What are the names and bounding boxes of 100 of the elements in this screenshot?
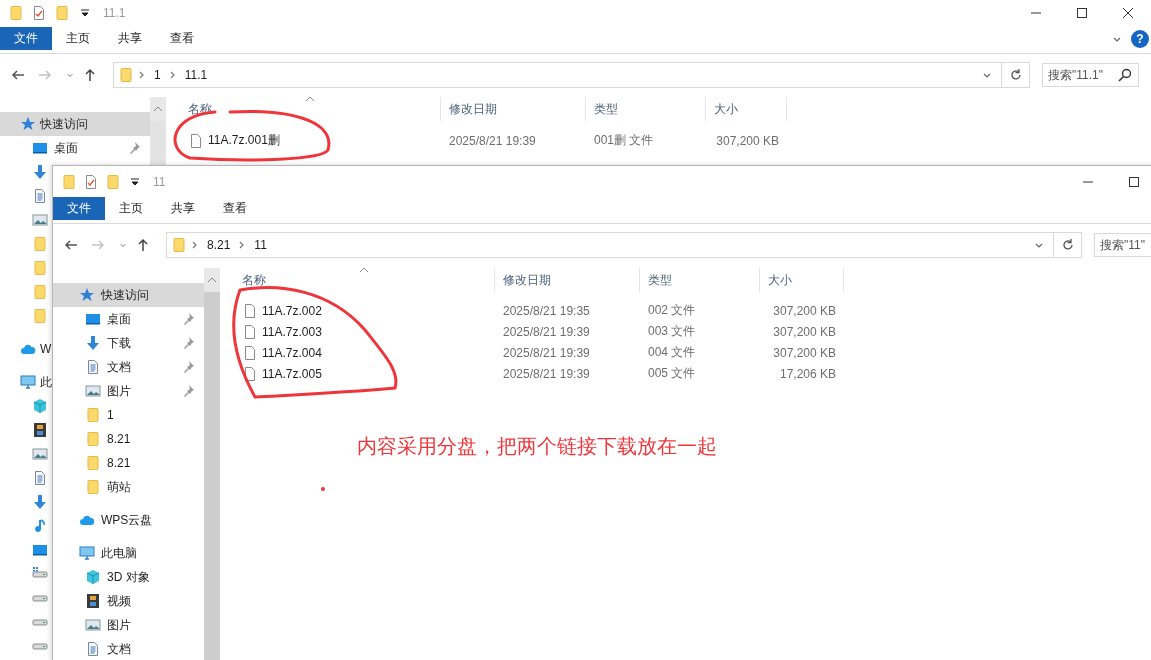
modified-date: 2025/8/21 19:39: [502, 366, 591, 381]
column-header[interactable]: 修改日期: [449, 100, 497, 118]
sidebar-item[interactable]: 快速访问: [53, 283, 204, 307]
folder-icon[interactable]: [54, 4, 70, 21]
address-bar[interactable]: 8.21 11: [166, 232, 1054, 258]
annotation-dot: [321, 487, 325, 491]
column-header[interactable]: 类型: [594, 100, 618, 118]
document-icon: [32, 470, 48, 486]
breadcrumb[interactable]: 1: [150, 68, 165, 82]
folder-icon: [32, 236, 48, 252]
file-name[interactable]: 11A.7z.002: [262, 303, 322, 318]
image-icon: [32, 212, 48, 228]
window-title: 11.1: [103, 5, 126, 20]
ribbon-tab[interactable]: 查看: [156, 27, 208, 50]
sidebar-item[interactable]: 此电脑: [53, 541, 204, 565]
help-button[interactable]: ?: [1131, 29, 1149, 48]
sidebar-item[interactable]: 视频: [53, 589, 204, 613]
music-icon: [32, 518, 48, 534]
ribbon-tab[interactable]: 主页: [105, 197, 157, 220]
column-header[interactable]: 修改日期: [503, 271, 551, 289]
folder-icon: [32, 308, 48, 324]
cube-icon: [32, 398, 48, 414]
download-icon: [32, 164, 48, 180]
file-type: 003 文件: [647, 323, 697, 340]
image-icon: [85, 617, 101, 633]
ribbon-tab[interactable]: 主页: [52, 27, 104, 50]
file-name[interactable]: 11A.7z.005: [262, 366, 322, 381]
sidebar-item[interactable]: 文档: [53, 637, 204, 660]
file-size: 307,200 KB: [772, 345, 837, 360]
ribbon-tab[interactable]: 文件: [53, 197, 105, 220]
sidebar-item[interactable]: 8.21: [53, 427, 204, 451]
file-size: 307,200 KB: [715, 133, 780, 148]
file-size: 307,200 KB: [772, 303, 837, 318]
column-header[interactable]: 类型: [648, 271, 672, 289]
maximize-icon[interactable]: [1077, 7, 1087, 18]
column-header[interactable]: 大小: [768, 271, 792, 289]
ribbon-tab[interactable]: 查看: [209, 197, 261, 220]
film-icon: [85, 593, 101, 609]
file-type: 002 文件: [647, 302, 697, 319]
breadcrumb[interactable]: 11.1: [180, 68, 212, 82]
modified-date: 2025/8/21 19:39: [502, 324, 591, 339]
scrollbar-thumb[interactable]: [150, 121, 166, 165]
refresh-button[interactable]: [1054, 232, 1082, 258]
folder-icon: [85, 431, 101, 447]
sidebar-item[interactable]: 萌站: [53, 475, 204, 499]
modified-date: 2025/8/21 19:39: [502, 345, 591, 360]
close-icon[interactable]: [1123, 7, 1133, 18]
sidebar-item[interactable]: 桌面: [53, 307, 204, 331]
folder-icon: [85, 455, 101, 471]
maximize-icon[interactable]: [1129, 176, 1139, 187]
breadcrumb[interactable]: 11: [250, 238, 271, 252]
checklist-icon[interactable]: [83, 173, 99, 190]
sidebar-item[interactable]: 快速访问: [0, 112, 150, 136]
folder-icon: [32, 260, 48, 276]
file-name[interactable]: 11A.7z.004: [262, 345, 322, 360]
modified-date: 2025/8/21 19:39: [448, 133, 537, 148]
breadcrumb[interactable]: 8.21: [203, 238, 235, 252]
folder-icon: [32, 284, 48, 300]
refresh-button[interactable]: [1002, 62, 1030, 88]
search-field[interactable]: 搜索"11": [1094, 233, 1151, 257]
folder-icon: [85, 407, 101, 423]
image-icon: [85, 383, 101, 399]
sidebar-item[interactable]: WPS云盘: [53, 508, 204, 532]
file-name[interactable]: 11A.7z.003: [262, 324, 322, 339]
star-icon: [79, 287, 95, 303]
column-header[interactable]: 大小: [714, 100, 738, 118]
sidebar-item[interactable]: 文档: [53, 355, 204, 379]
search-icon[interactable]: [1117, 67, 1133, 83]
ribbon-tab[interactable]: 共享: [157, 197, 209, 220]
sidebar-item[interactable]: 图片: [53, 613, 204, 637]
file-size: 307,200 KB: [772, 324, 837, 339]
annotation-text: 内容采用分盘，把两个链接下载放在一起: [357, 434, 717, 459]
file-icon: [242, 323, 258, 340]
computer-icon: [20, 374, 36, 390]
file-type: 005 文件: [647, 365, 697, 382]
checklist-icon[interactable]: [31, 4, 47, 21]
sidebar-item[interactable]: 3D 对象: [53, 565, 204, 589]
sidebar-item[interactable]: 此: [0, 370, 52, 394]
sidebar-item[interactable]: 8.21: [53, 451, 204, 475]
address-bar[interactable]: 1 11.1: [113, 62, 1002, 88]
window-title: 11: [153, 174, 166, 189]
file-name[interactable]: 11A.7z.001删: [208, 132, 280, 149]
ribbon-tab[interactable]: 共享: [104, 27, 156, 50]
star-icon: [20, 116, 36, 132]
scrollbar-thumb[interactable]: [204, 292, 220, 660]
sidebar-item[interactable]: 1: [53, 403, 204, 427]
ribbon-tab[interactable]: 文件: [0, 27, 52, 50]
file-icon: [242, 365, 258, 382]
sidebar-item[interactable]: 下载: [53, 331, 204, 355]
sidebar-item[interactable]: 桌面: [0, 136, 150, 160]
search-field[interactable]: 搜索"11.1": [1042, 63, 1139, 87]
column-header[interactable]: 名称: [242, 271, 266, 289]
document-icon: [85, 359, 101, 375]
folder-icon[interactable]: [105, 173, 121, 190]
folder-icon[interactable]: [8, 4, 24, 21]
sidebar-item[interactable]: W: [0, 337, 52, 361]
folder-icon[interactable]: [61, 173, 77, 190]
file-type: 004 文件: [647, 344, 697, 361]
sidebar-item[interactable]: 图片: [53, 379, 204, 403]
cube-icon: [85, 569, 101, 585]
